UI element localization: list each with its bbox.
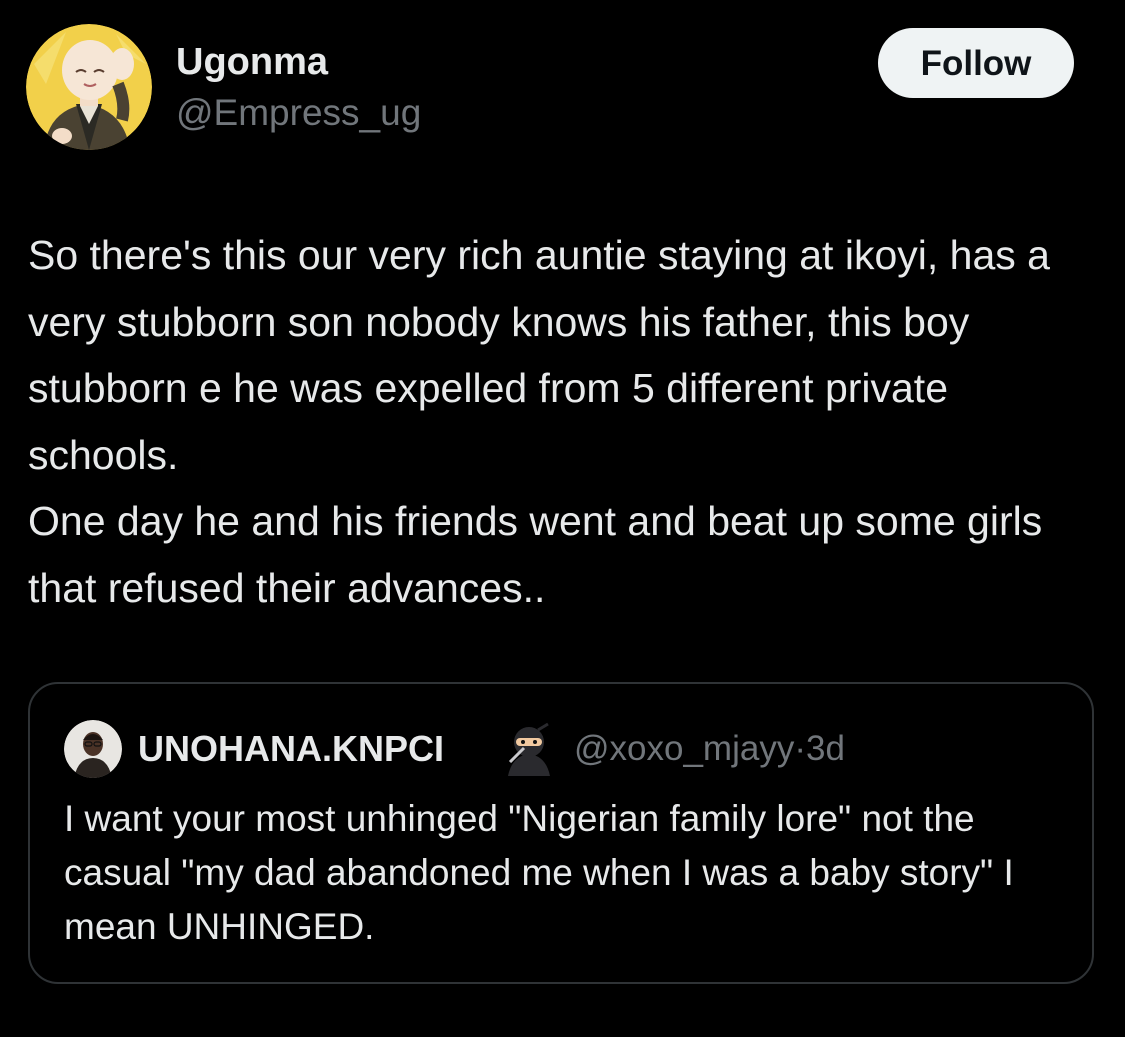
- person-avatar-icon: [64, 720, 122, 778]
- author-name[interactable]: Ugonma: [176, 40, 328, 84]
- quoted-tweet[interactable]: UNOHANA.KNPCI @xoxo_mjayy·3d I want your…: [28, 682, 1094, 984]
- quoted-author-name[interactable]: UNOHANA.KNPCI: [138, 728, 444, 770]
- tweet-header: Ugonma @Empress_ug Follow: [26, 24, 1076, 150]
- author-avatar[interactable]: [26, 24, 152, 150]
- quoted-handle-line: @xoxo_mjayy·3d: [574, 728, 845, 770]
- tweet: Ugonma @Empress_ug Follow So there's thi…: [0, 0, 1125, 1037]
- author-handle[interactable]: @Empress_ug: [176, 91, 421, 135]
- ninja-emoji-icon: [508, 722, 550, 776]
- tweet-text: So there's this our very rich auntie sta…: [28, 232, 1050, 611]
- quoted-author-avatar[interactable]: [64, 720, 122, 778]
- cartoon-avatar-icon: [26, 24, 152, 150]
- quoted-tweet-text: I want your most unhinged "Nigerian fami…: [64, 798, 1014, 947]
- quoted-timestamp[interactable]: 3d: [806, 729, 845, 768]
- dot-separator: ·: [794, 729, 806, 768]
- follow-button[interactable]: Follow: [878, 28, 1074, 98]
- quoted-author-handle[interactable]: @xoxo_mjayy: [574, 729, 794, 768]
